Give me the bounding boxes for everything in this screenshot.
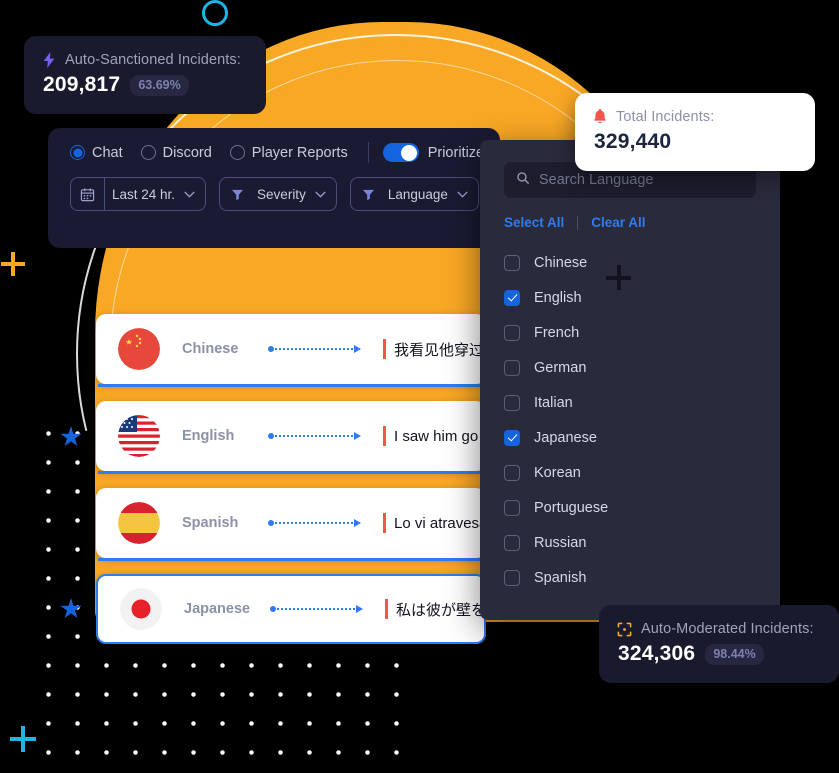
checkbox-checked[interactable] [504, 289, 520, 306]
card-label: Total Incidents: [616, 109, 715, 125]
checkbox[interactable] [504, 534, 520, 551]
severity-label: Severity [257, 186, 306, 202]
total-incidents-card: Total Incidents: 329,440 [575, 93, 815, 171]
row-accent-bar [98, 558, 484, 561]
language-option-russian[interactable]: Russian [504, 525, 756, 560]
card-percent-badge: 98.44% [705, 643, 764, 665]
language-option-japanese[interactable]: Japanese [504, 420, 756, 455]
radio-indicator [229, 145, 245, 160]
language-option-korean[interactable]: Korean [504, 455, 756, 490]
search-icon [516, 171, 530, 190]
language-option-portuguese[interactable]: Portuguese [504, 490, 756, 525]
row-language-label: Spanish [182, 515, 239, 531]
calendar-icon [71, 178, 105, 210]
checkbox[interactable] [504, 569, 520, 586]
cyan-plus-icon [10, 726, 36, 752]
row-language-label: Japanese [184, 601, 251, 617]
checkbox[interactable] [504, 394, 520, 411]
radio-chat[interactable]: Chat [70, 145, 123, 161]
card-value: 324,306 [618, 642, 696, 665]
language-checkbox-list: Chinese English French German Italian Ja… [504, 245, 756, 595]
funnel-icon [362, 188, 375, 201]
clear-all-link[interactable]: Clear All [591, 215, 645, 230]
translation-row[interactable]: English I saw him go through a wall [96, 401, 486, 471]
auto-moderated-incidents-card: Auto-Moderated Incidents: 324,306 98.44% [599, 605, 839, 683]
language-option-german[interactable]: German [504, 350, 756, 385]
severity-bar [383, 426, 386, 446]
chevron-down-icon [315, 191, 326, 198]
row-language-label: Chinese [182, 341, 239, 357]
auto-sanctioned-incidents-card: Auto-Sanctioned Incidents: 209,817 63.69… [24, 36, 266, 114]
search-input[interactable] [539, 172, 744, 188]
orange-plus-icon [1, 252, 25, 276]
row-message-text: 我看见他穿过一堵墙 [394, 341, 486, 359]
checkbox[interactable] [504, 324, 520, 341]
prioritized-toggle[interactable] [382, 143, 419, 162]
translation-row[interactable]: Spanish Lo vi atravesar una pared [96, 488, 486, 558]
chevron-down-icon [184, 191, 195, 198]
language-option-spanish[interactable]: Spanish [504, 560, 756, 595]
connector-arrow-icon [268, 345, 361, 353]
row-message-text: 私は彼が壁を通り抜けるのを見た [396, 601, 484, 619]
severity-bar [383, 339, 386, 359]
card-value: 209,817 [43, 73, 121, 96]
flag-spain-icon [118, 502, 160, 544]
source-radio-group: Chat Discord Player Reports Prioritized [48, 128, 500, 163]
chevron-down-icon [457, 191, 468, 198]
filter-pill-group: Last 24 hr. Severity Language [48, 163, 500, 211]
language-option-italian[interactable]: Italian [504, 385, 756, 420]
bulk-select-links: Select All Clear All [504, 215, 756, 230]
card-label: Auto-Moderated Incidents: [641, 621, 814, 637]
flag-usa-icon [118, 415, 160, 457]
cyan-ring-icon [202, 0, 228, 26]
card-value: 329,440 [594, 130, 672, 153]
checkbox[interactable] [504, 499, 520, 516]
row-message-text: Lo vi atravesar una pared [394, 514, 486, 532]
severity-bar [383, 513, 386, 533]
divider [577, 215, 579, 230]
checkbox[interactable] [504, 359, 520, 376]
flag-japan-icon [120, 588, 162, 630]
date-range-label: Last 24 hr. [112, 186, 176, 202]
select-all-link[interactable]: Select All [504, 215, 564, 230]
scan-icon [617, 622, 632, 637]
checkbox-checked[interactable] [504, 429, 520, 446]
translation-row-selected[interactable]: Japanese 私は彼が壁を通り抜けるのを見た [96, 574, 486, 644]
dark-plus-icon [606, 265, 631, 290]
language-filter[interactable]: Language [349, 177, 479, 211]
checkbox[interactable] [504, 254, 520, 271]
language-label: Language [387, 186, 448, 202]
severity-bar [385, 599, 388, 619]
radio-discord[interactable]: Discord [140, 145, 212, 161]
funnel-icon [231, 188, 244, 201]
checkbox[interactable] [504, 464, 520, 481]
connector-arrow-icon [270, 605, 363, 613]
filter-bar-panel: Chat Discord Player Reports Prioritized … [48, 128, 500, 248]
bolt-icon [42, 52, 56, 68]
divider [367, 142, 369, 163]
date-range-filter[interactable]: Last 24 hr. [70, 177, 207, 211]
flag-china-icon [118, 328, 160, 370]
bell-icon [593, 109, 607, 125]
card-label: Auto-Sanctioned Incidents: [65, 52, 241, 68]
card-percent-badge: 63.69% [130, 74, 189, 96]
translation-row[interactable]: Chinese 我看见他穿过一堵墙 [96, 314, 486, 384]
radio-indicator [140, 145, 156, 160]
row-accent-bar [98, 471, 484, 474]
connector-arrow-icon [268, 519, 361, 527]
radio-player-reports[interactable]: Player Reports [229, 145, 348, 161]
row-accent-bar [98, 384, 484, 387]
radio-indicator [70, 145, 85, 160]
screenshot-root: Chinese 我看见他穿过一堵墙 English I saw him go t… [0, 0, 839, 773]
severity-filter[interactable]: Severity [219, 177, 337, 211]
row-message-text: I saw him go through a wall [394, 427, 486, 445]
language-option-french[interactable]: French [504, 315, 756, 350]
language-dropdown-panel: Select All Clear All Chinese English Fre… [480, 140, 780, 620]
row-language-label: English [182, 428, 235, 444]
connector-arrow-icon [268, 432, 361, 440]
